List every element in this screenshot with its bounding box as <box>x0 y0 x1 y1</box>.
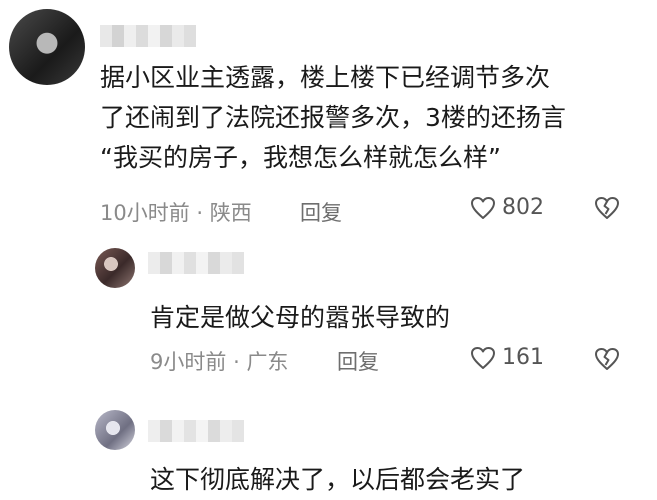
comment-meta: 9小时前 · 广东 <box>150 346 288 376</box>
reply-button[interactable]: 回复 <box>300 197 342 227</box>
username-blurred[interactable] <box>148 420 244 442</box>
broken-heart-icon <box>595 348 619 370</box>
avatar[interactable] <box>9 9 85 85</box>
heart-icon <box>471 346 495 369</box>
broken-heart-icon <box>595 197 619 219</box>
comment-meta: 10小时前 · 陕西 <box>100 197 252 227</box>
dislike-button[interactable] <box>594 196 620 224</box>
like-button[interactable]: 161 <box>470 345 544 370</box>
timestamp: 10小时前 <box>100 201 190 225</box>
reply-button[interactable]: 回复 <box>337 346 379 376</box>
username-blurred[interactable] <box>148 252 244 274</box>
comment-text: 肯定是做父母的嚣张导致的 <box>150 303 451 332</box>
like-button[interactable]: 802 <box>470 195 544 220</box>
comment-text: 据小区业主透露，楼上楼下已经调节多次 了还闹到了法院还报警多次，3楼的还扬言 “… <box>100 63 566 172</box>
username-blurred[interactable] <box>100 25 196 47</box>
like-count: 802 <box>502 195 544 220</box>
location: 广东 <box>246 350 289 374</box>
like-count: 161 <box>502 345 544 370</box>
dislike-button[interactable] <box>594 347 620 375</box>
location: 陕西 <box>209 201 252 225</box>
separator: · <box>196 201 204 225</box>
avatar[interactable] <box>95 410 135 450</box>
heart-icon <box>471 196 495 219</box>
separator: · <box>233 350 240 374</box>
comment-text: 这下彻底解决了，以后都会老实了 <box>150 465 526 494</box>
avatar[interactable] <box>95 248 135 288</box>
timestamp: 9小时前 <box>150 350 227 374</box>
